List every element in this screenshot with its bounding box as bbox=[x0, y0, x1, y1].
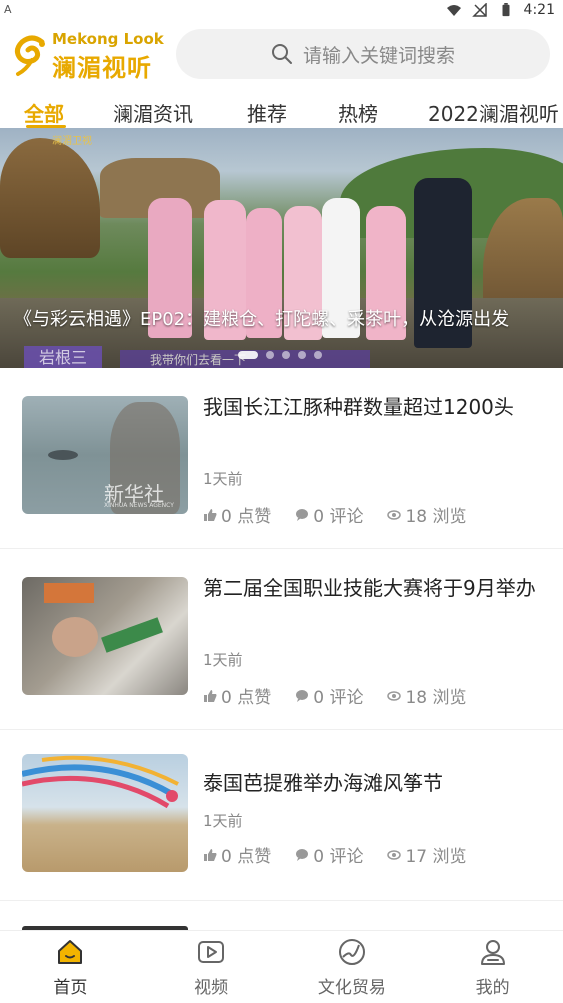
eye-icon bbox=[387, 509, 402, 520]
carousel-dot[interactable] bbox=[314, 351, 322, 359]
view-count: 17 浏览 bbox=[387, 842, 467, 867]
news-time: 1天前 bbox=[203, 812, 243, 830]
view-count-text: 18 浏览 bbox=[405, 507, 467, 527]
banner-carousel[interactable]: 澜湄卫视 《与彩云相遇》EP02：建粮仓、打陀螺、采茶叶，从沧源出发 岩根三 我… bbox=[0, 128, 563, 368]
like-count-text: 0 点赞 bbox=[221, 507, 272, 527]
news-item[interactable]: 第二届全国职业技能大赛将于9月举办 1天前 0 点赞 0 评论 18 浏览 bbox=[0, 549, 563, 730]
app-logo[interactable]: Mekong Look 澜湄视听 bbox=[12, 28, 167, 82]
comment-icon bbox=[296, 689, 309, 702]
video-icon bbox=[198, 940, 225, 963]
nav-video[interactable]: 视频 bbox=[141, 931, 282, 1003]
carousel-dot[interactable] bbox=[238, 351, 258, 359]
bottom-navigation: 首页 视频 文化贸易 我的 bbox=[0, 930, 563, 1003]
logo-chinese-text: 澜湄视听 bbox=[52, 53, 152, 82]
view-count-text: 18 浏览 bbox=[405, 688, 467, 708]
banner-name-tag: 岩根三 bbox=[24, 346, 102, 368]
like-count[interactable]: 0 点赞 bbox=[203, 842, 271, 867]
news-item[interactable]: 泰国芭提雅举办海滩风筝节 1天前 0 点赞 0 评论 17 浏览 bbox=[0, 730, 563, 901]
home-icon bbox=[58, 939, 83, 964]
worker-face bbox=[52, 617, 98, 657]
tab-lanmei-news[interactable]: 澜湄资讯 bbox=[113, 98, 193, 127]
tab-hot-list[interactable]: 热榜 bbox=[338, 98, 378, 127]
thumbs-up-icon bbox=[204, 848, 217, 861]
comment-count-text: 0 评论 bbox=[313, 507, 364, 527]
thumbs-up-icon bbox=[204, 508, 217, 521]
thumbs-up-icon bbox=[204, 689, 217, 702]
news-thumbnail bbox=[22, 577, 188, 695]
globe-icon bbox=[338, 938, 365, 965]
nav-culture-trade[interactable]: 文化贸易 bbox=[282, 931, 423, 1003]
xinhua-watermark-en: XINHUA NEWS AGENCY bbox=[104, 502, 174, 509]
banner-bg-hut-left bbox=[0, 138, 100, 258]
eye-icon bbox=[387, 690, 402, 701]
news-stats: 0 点赞 0 评论 18 浏览 bbox=[203, 502, 467, 527]
news-title: 第二届全国职业技能大赛将于9月举办 bbox=[203, 576, 536, 600]
app-header: Mekong Look 澜湄视听 请输入关键词搜索 bbox=[0, 24, 563, 84]
porpoise-shape bbox=[48, 450, 78, 460]
status-bar: A 4:21 bbox=[0, 0, 563, 24]
view-count-text: 17 浏览 bbox=[405, 847, 467, 867]
search-placeholder: 请输入关键词搜索 bbox=[302, 44, 455, 67]
category-tabs: 全部 澜湄资讯 推荐 热榜 2022澜湄视听 bbox=[0, 98, 563, 128]
status-icons: 4:21 bbox=[446, 2, 555, 18]
green-tool bbox=[101, 617, 163, 653]
news-stats: 0 点赞 0 评论 18 浏览 bbox=[203, 683, 467, 708]
logo-mark-icon bbox=[14, 35, 45, 76]
logo-english-text: Mekong Look bbox=[52, 30, 164, 48]
comment-count[interactable]: 0 评论 bbox=[295, 502, 363, 527]
wifi-icon bbox=[446, 5, 461, 16]
like-count-text: 0 点赞 bbox=[221, 688, 272, 708]
news-title: 泰国芭提雅举办海滩风筝节 bbox=[203, 771, 443, 795]
nav-video-label: 视频 bbox=[194, 977, 229, 998]
news-thumbnail bbox=[22, 754, 188, 872]
nav-profile-label: 我的 bbox=[475, 977, 510, 998]
eye-icon bbox=[387, 849, 402, 860]
tab-2022-lanmei[interactable]: 2022澜湄视听 bbox=[428, 98, 559, 127]
nav-culture-trade-label: 文化贸易 bbox=[317, 977, 386, 998]
like-count[interactable]: 0 点赞 bbox=[203, 502, 271, 527]
carousel-indicator bbox=[238, 351, 322, 359]
user-icon bbox=[480, 939, 505, 965]
carousel-dot[interactable] bbox=[282, 351, 290, 359]
carousel-dot[interactable] bbox=[298, 351, 306, 359]
view-count: 18 浏览 bbox=[387, 502, 467, 527]
search-bar[interactable]: 请输入关键词搜索 bbox=[176, 29, 550, 79]
like-count-text: 0 点赞 bbox=[221, 847, 272, 867]
no-signal-icon bbox=[471, 3, 487, 17]
search-icon bbox=[271, 44, 292, 64]
comment-count[interactable]: 0 评论 bbox=[295, 683, 363, 708]
orange-light-panel bbox=[44, 583, 94, 603]
banner-caption: 《与彩云相遇》EP02：建粮仓、打陀螺、采茶叶，从沧源出发 bbox=[14, 309, 510, 330]
nav-home[interactable]: 首页 bbox=[0, 931, 141, 1003]
news-stats: 0 点赞 0 评论 17 浏览 bbox=[203, 842, 467, 867]
news-item[interactable]: 新华社 XINHUA NEWS AGENCY 我国长江江豚种群数量超过1200头… bbox=[0, 368, 563, 549]
comment-count-text: 0 评论 bbox=[313, 688, 364, 708]
news-title: 我国长江江豚种群数量超过1200头 bbox=[203, 395, 514, 419]
news-thumbnail: 新华社 XINHUA NEWS AGENCY bbox=[22, 396, 188, 514]
news-time: 1天前 bbox=[203, 470, 243, 488]
comment-count[interactable]: 0 评论 bbox=[295, 842, 363, 867]
kite-graphic bbox=[22, 755, 179, 809]
status-notification-indicator: A bbox=[4, 3, 12, 16]
comment-icon bbox=[296, 508, 309, 521]
status-time: 4:21 bbox=[523, 2, 555, 18]
view-count: 18 浏览 bbox=[387, 683, 467, 708]
like-count[interactable]: 0 点赞 bbox=[203, 683, 271, 708]
comment-count-text: 0 评论 bbox=[313, 847, 364, 867]
nav-profile[interactable]: 我的 bbox=[422, 931, 563, 1003]
nav-home-label: 首页 bbox=[53, 977, 88, 998]
carousel-dot[interactable] bbox=[266, 351, 274, 359]
tab-all[interactable]: 全部 bbox=[24, 98, 64, 127]
news-time: 1天前 bbox=[203, 651, 243, 669]
channel-logo: 澜湄卫视 bbox=[52, 136, 92, 147]
battery-icon bbox=[502, 3, 510, 17]
comment-icon bbox=[296, 848, 309, 861]
tab-recommended[interactable]: 推荐 bbox=[247, 98, 287, 127]
